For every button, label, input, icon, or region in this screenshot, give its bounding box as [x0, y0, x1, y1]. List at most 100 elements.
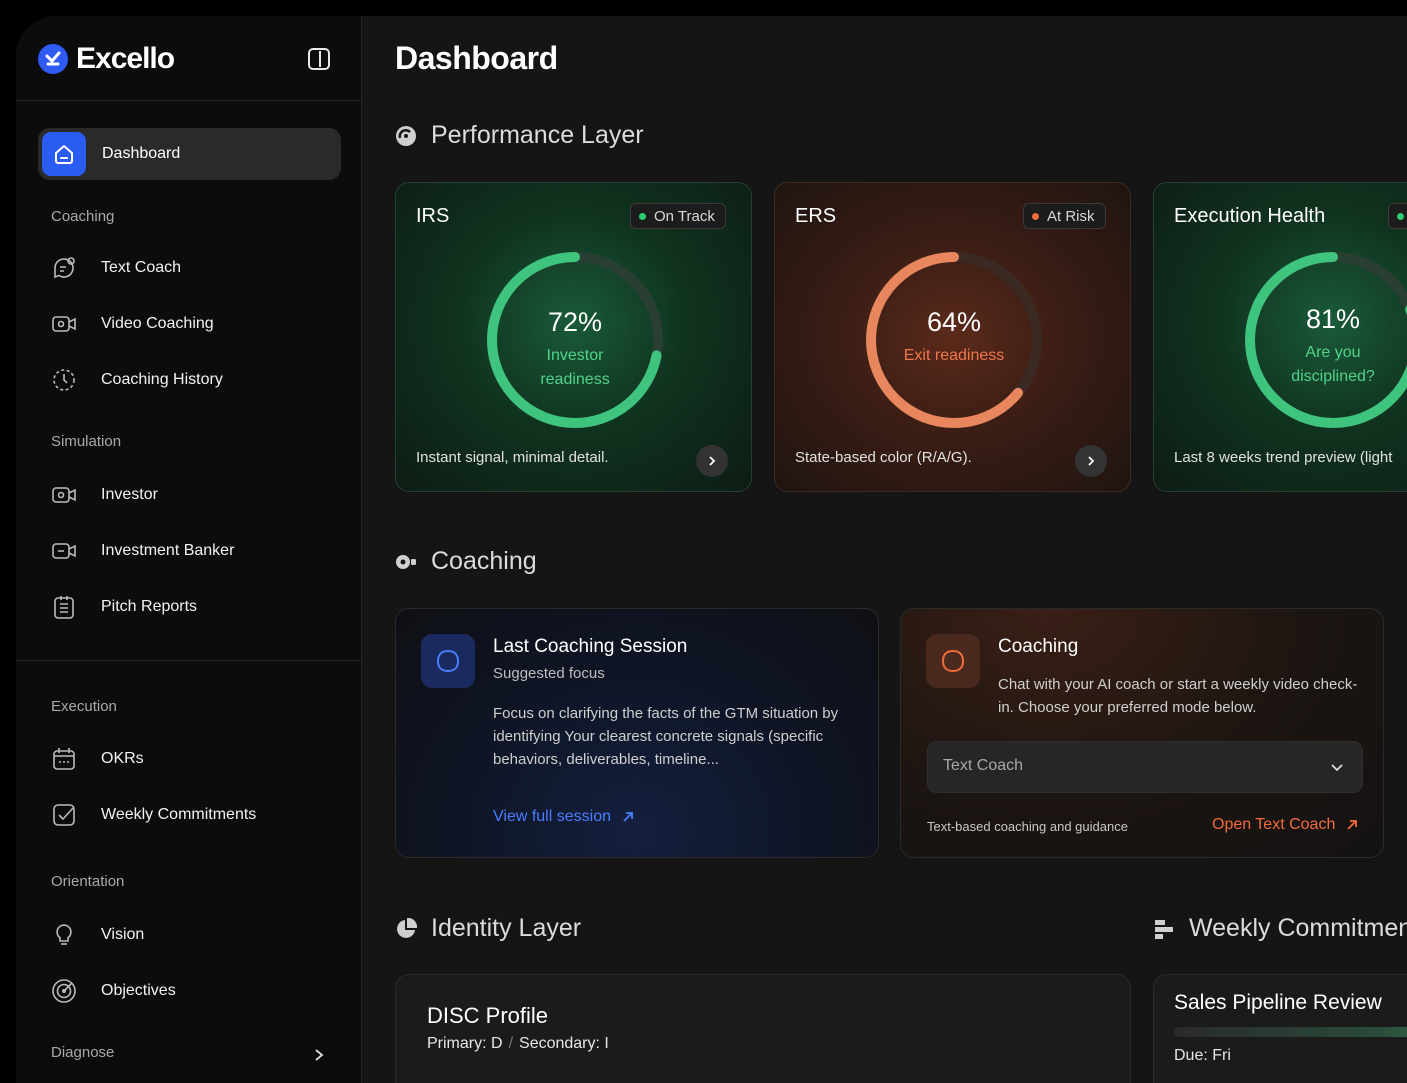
sidebar: Excello Dashboard Coaching Text Coach Vi… [16, 16, 362, 1083]
ring-label-line1: Exit readiness [903, 347, 1005, 364]
brand-name: Excello [76, 42, 175, 75]
sidebar-item-label: Investor [101, 486, 158, 503]
coaching-mode-select[interactable]: Text Coach [927, 741, 1363, 793]
section-title: Performance Layer [431, 121, 644, 149]
progress-bar [1174, 1027, 1407, 1037]
sidebar-item-label: Vision [101, 926, 145, 943]
open-text-coach-link[interactable]: Open Text Coach [1212, 816, 1359, 834]
status-dot [1032, 212, 1039, 220]
weekly-commitment-card[interactable]: Sales Pipeline Review Due: Fri [1153, 974, 1407, 1083]
ring-label-line2: readiness [540, 371, 610, 388]
progress-ring [487, 252, 663, 428]
card-title: Execution Health [1174, 205, 1326, 227]
sidebar-item-dashboard[interactable]: Dashboard [38, 128, 341, 180]
disc-types: Primary: D / Secondary: I [427, 1035, 609, 1053]
sidebar-item-investment-banker[interactable]: Investment Banker [51, 537, 234, 565]
calendar-icon [51, 746, 77, 772]
sidebar-item-label: Pitch Reports [101, 598, 198, 615]
section-title: Coaching [431, 547, 537, 575]
open-ers-button[interactable] [1075, 445, 1107, 477]
sidebar-toggle-icon[interactable] [308, 48, 330, 70]
separator: / [508, 1035, 514, 1052]
section-label-diagnose[interactable]: Diagnose [51, 1044, 114, 1061]
disc-primary: Primary: D [427, 1035, 503, 1052]
sidebar-item-vision[interactable]: Vision [51, 921, 144, 949]
card-footer-text: State-based color (R/A/G). [795, 449, 972, 466]
execution-health-card[interactable]: Execution Health 81% Are you disciplined… [1153, 182, 1407, 492]
sidebar-divider [16, 660, 362, 661]
video-icon [51, 311, 77, 337]
ring-label-line1: Are you [1305, 344, 1361, 361]
ring-label-line2: disciplined? [1291, 368, 1375, 385]
irs-card[interactable]: IRS On Track 72% Investor readiness Inst… [395, 182, 752, 492]
chat-bubble-icon [421, 634, 475, 688]
home-icon [42, 132, 86, 176]
last-session-card: Last Coaching Session Suggested focus Fo… [395, 608, 879, 858]
ers-card[interactable]: ERS At Risk 64% Exit readiness State-bas… [774, 182, 1131, 492]
arrow-up-right-icon [623, 812, 633, 822]
sidebar-item-coaching-history[interactable]: Coaching History [51, 366, 223, 394]
link-label: Open Text Coach [1212, 816, 1336, 833]
sidebar-item-pitch-reports[interactable]: Pitch Reports [51, 593, 197, 621]
sidebar-item-label: Video Coaching [101, 315, 214, 332]
open-irs-button[interactable] [696, 445, 728, 477]
ring-value: 72% [547, 307, 603, 337]
card-title: Last Coaching Session [493, 636, 688, 657]
ring-value: 64% [926, 307, 982, 337]
view-full-session-link[interactable]: View full session [493, 808, 635, 826]
select-value: Text Coach [943, 757, 1024, 774]
status-badge [1388, 203, 1407, 229]
sidebar-item-video-coaching[interactable]: Video Coaching [51, 310, 214, 338]
chevron-right-icon [709, 456, 716, 466]
video-icon [51, 482, 77, 508]
card-footer-text: Instant signal, minimal detail. [416, 449, 609, 466]
mode-description: Text-based coaching and guidance [927, 819, 1128, 834]
sidebar-item-weekly-commitments[interactable]: Weekly Commitments [51, 801, 256, 829]
link-label: View full session [493, 808, 611, 825]
due-date: Due: Fri [1174, 1047, 1231, 1064]
sidebar-divider [16, 100, 362, 101]
sidebar-item-text-coach[interactable]: Text Coach [51, 254, 181, 282]
disc-profile-card[interactable]: DISC Profile Primary: D / Secondary: I [395, 974, 1131, 1083]
gauge-icon [395, 125, 417, 147]
app-window: Excello Dashboard Coaching Text Coach Vi… [16, 16, 1407, 1083]
sidebar-item-investor[interactable]: Investor [51, 481, 158, 509]
status-text: On Track [654, 207, 715, 225]
card-subtitle: Suggested focus [493, 665, 605, 682]
sidebar-item-label: Weekly Commitments [101, 806, 257, 823]
sidebar-item-okrs[interactable]: OKRs [51, 745, 144, 773]
section-label-simulation: Simulation [51, 433, 122, 450]
ring-label-line1: Investor [546, 347, 604, 364]
sidebar-item-label: Objectives [101, 982, 176, 999]
main-content: Dashboard Performance Layer IRS On Track… [362, 16, 1407, 1083]
brand[interactable]: Excello [38, 42, 175, 76]
sidebar-item-label: Dashboard [102, 145, 181, 162]
session-summary: Focus on clarifying the facts of the GTM… [493, 705, 839, 768]
progress-ring [866, 252, 1042, 428]
video-icon [51, 538, 77, 564]
status-badge: At Risk [1023, 203, 1106, 229]
card-footer-text: Last 8 weeks trend preview (light [1174, 449, 1393, 466]
history-icon [51, 367, 77, 393]
chat-bubble-icon [926, 634, 980, 688]
section-performance-layer: Performance Layer [395, 121, 644, 150]
status-badge: On Track [630, 203, 726, 229]
section-title: Weekly Commitment [1189, 914, 1407, 942]
section-identity-layer: Identity Layer [395, 914, 581, 943]
card-title: Sales Pipeline Review [1174, 991, 1382, 1014]
chevron-right-icon [1088, 456, 1095, 466]
sidebar-item-objectives[interactable]: Objectives [51, 977, 176, 1005]
section-weekly-commitment: Weekly Commitment [1153, 914, 1407, 943]
card-title: IRS [416, 205, 450, 227]
camera-icon [395, 551, 417, 573]
brand-logo-icon [38, 44, 68, 74]
card-title: ERS [795, 205, 837, 227]
status-dot [1397, 212, 1404, 220]
status-dot [639, 212, 646, 220]
chevron-right-icon[interactable] [312, 1048, 326, 1067]
card-description: Chat with your AI coach or start a weekl… [998, 676, 1358, 716]
checkbox-icon [51, 802, 77, 828]
page-title: Dashboard [395, 40, 558, 76]
arrow-up-right-icon [1347, 820, 1358, 830]
sidebar-item-label: Coaching History [101, 371, 223, 388]
